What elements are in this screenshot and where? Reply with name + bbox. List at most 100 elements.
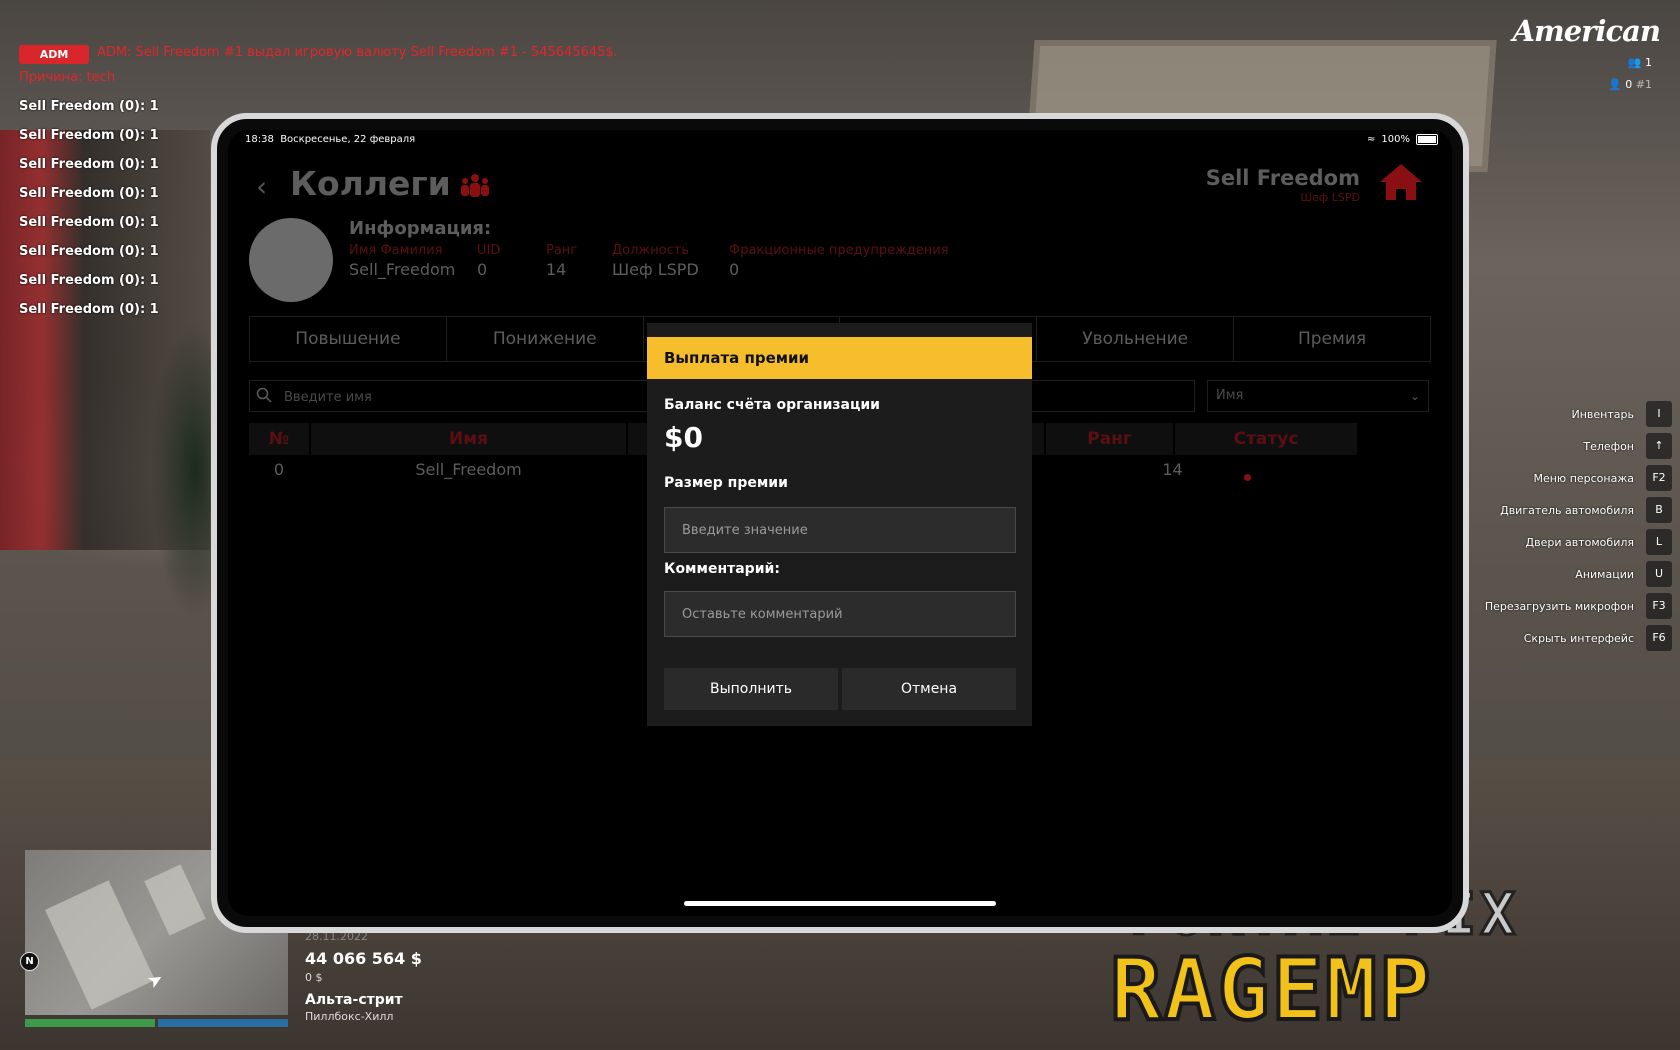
balance-label: Баланс счёта организации [664, 397, 880, 413]
info-title: Информация: [349, 218, 492, 239]
sort-select-value: Имя [1216, 388, 1244, 403]
column-header-rank[interactable]: Ранг [1046, 423, 1173, 455]
sort-select[interactable]: Имя ⌄ [1207, 380, 1429, 412]
watermark-ragemp: RAGEMP [1108, 938, 1433, 1042]
hotkey-label: Двери автомобиля [1525, 535, 1634, 549]
tab-promote[interactable]: Повышение [250, 317, 447, 361]
chat-log: Sell Freedom (0): 1 Sell Freedom (0): 1 … [19, 98, 159, 330]
current-user-name: Sell Freedom [1205, 166, 1360, 190]
home-indicator[interactable] [684, 901, 996, 906]
info-value: Sell_Freedom [349, 260, 456, 279]
cell-name: Sell_Freedom [415, 460, 522, 479]
search-icon [256, 387, 272, 403]
status-date: Воскресенье, 22 февраля [280, 134, 416, 145]
status-time: 18:38 [245, 134, 274, 145]
hotkey-label: Инвентарь [1571, 407, 1634, 421]
online-counter: 👥 1 [1628, 56, 1652, 69]
info-rank: Ранг 14 [546, 243, 577, 279]
column-header-name[interactable]: Имя [311, 423, 626, 455]
avatar [249, 218, 333, 302]
hotkey-key: B [1646, 497, 1672, 523]
cell-number: 0 [273, 460, 285, 479]
hotkey-label: Анимации [1575, 567, 1634, 581]
amount-input[interactable] [664, 507, 1016, 553]
hotkey-key: U [1646, 561, 1672, 587]
info-name: Имя Фамилия Sell_Freedom [349, 243, 455, 279]
amount-label: Размер премии [664, 475, 788, 491]
team-icon [461, 174, 489, 197]
hotkey-label: Телефон [1583, 439, 1634, 453]
status-bar-right: ≈ 100% [1367, 134, 1438, 145]
admin-message: ADM: Sell Freedom #1 выдал игровую валют… [97, 45, 618, 60]
hotkey-row: Анимации U [1485, 558, 1672, 590]
hotkey-row: Инвентарь I [1485, 398, 1672, 430]
chat-line: Sell Freedom (0): 1 [19, 99, 159, 114]
chat-line: Sell Freedom (0): 1 [19, 273, 159, 288]
chat-line: Sell Freedom (0): 1 [19, 157, 159, 172]
player-id-value: 0 [1625, 78, 1633, 91]
server-logo: American [1512, 14, 1661, 48]
bonus-modal: Выплата премии Баланс счёта организации … [647, 323, 1032, 726]
user-icon: 👤 [1608, 78, 1622, 91]
status-dot-icon [1244, 474, 1251, 481]
hotkey-list: Инвентарь I Телефон ↑ Меню персонажа F2 Дви… [1485, 398, 1672, 654]
player-id: 👤 0 #1 [1608, 78, 1652, 91]
info-label: Имя Фамилия [349, 243, 443, 258]
confirm-button[interactable]: Выполнить [664, 668, 838, 710]
info-label: Должность [612, 243, 689, 258]
bank-amount: 0 $ [305, 971, 323, 984]
home-icon[interactable] [1378, 162, 1424, 202]
tab-demote[interactable]: Понижение [447, 317, 644, 361]
health-bar [25, 1019, 155, 1027]
hotkey-label: Двигатель автомобиля [1500, 503, 1634, 517]
hotkey-key: L [1646, 529, 1672, 555]
cancel-button[interactable]: Отмена [842, 668, 1016, 710]
chat-line: Sell Freedom (0): 1 [19, 186, 159, 201]
hotkey-row: Телефон ↑ [1485, 430, 1672, 462]
modal-title: Выплата премии [647, 337, 1032, 379]
column-header-status[interactable]: Статус [1175, 423, 1357, 455]
comment-label: Комментарий: [664, 561, 780, 577]
map-building [45, 880, 155, 1010]
info-value: 14 [546, 260, 567, 279]
current-user-role: Шеф LSPD [1300, 191, 1360, 204]
street-name: Альта-стрит [305, 992, 403, 1008]
cash-amount: 44 066 564 $ [305, 949, 422, 968]
online-count: 1 [1645, 56, 1652, 69]
chat-line: Sell Freedom (0): 1 [19, 244, 159, 259]
hotkey-row: Двери автомобиля L [1485, 526, 1672, 558]
cell-rank: 14 [1162, 460, 1183, 479]
hotkey-label: Скрыть интерфейс [1523, 631, 1634, 645]
hotkey-row: Скрыть интерфейс F6 [1485, 622, 1672, 654]
hotkey-key: I [1646, 401, 1672, 427]
tab-dismiss[interactable]: Увольнение [1037, 317, 1235, 361]
page-title: Коллеги [290, 164, 451, 203]
hotkey-row: Перезагрузить микрофон F3 [1485, 590, 1672, 622]
chat-line: Sell Freedom (0): 1 [19, 302, 159, 317]
map-building [144, 864, 206, 936]
info-label: UID [477, 243, 501, 258]
info-label: Фракционные предупреждения [729, 243, 949, 258]
info-warnings: Фракционные предупреждения 0 [729, 243, 949, 279]
chevron-down-icon: ⌄ [1409, 389, 1420, 403]
back-chevron-icon[interactable]: ‹ [256, 170, 267, 203]
hotkey-key: F2 [1646, 465, 1672, 491]
district-name: Пиллбокс-Хилл [305, 1010, 394, 1023]
comment-input[interactable] [664, 591, 1016, 637]
wifi-icon: ≈ [1367, 134, 1376, 145]
hotkey-label: Меню персонажа [1533, 471, 1634, 485]
admin-tag: ADM [19, 45, 89, 64]
info-position: Должность Шеф LSPD [612, 243, 699, 279]
battery-icon [1416, 134, 1438, 145]
info-value: 0 [729, 260, 740, 279]
compass-north-icon: N [20, 952, 39, 971]
users-icon: 👥 [1627, 56, 1642, 69]
info-uid: UID 0 [477, 243, 500, 279]
column-header-number[interactable]: № [249, 423, 309, 455]
info-label: Ранг [546, 243, 578, 258]
chat-line: Sell Freedom (0): 1 [19, 128, 159, 143]
armor-bar [158, 1019, 288, 1027]
status-bar-time: 18:38 Воскресенье, 22 февраля [245, 134, 415, 145]
tab-bonus[interactable]: Премия [1234, 317, 1430, 361]
chat-line: Sell Freedom (0): 1 [19, 215, 159, 230]
